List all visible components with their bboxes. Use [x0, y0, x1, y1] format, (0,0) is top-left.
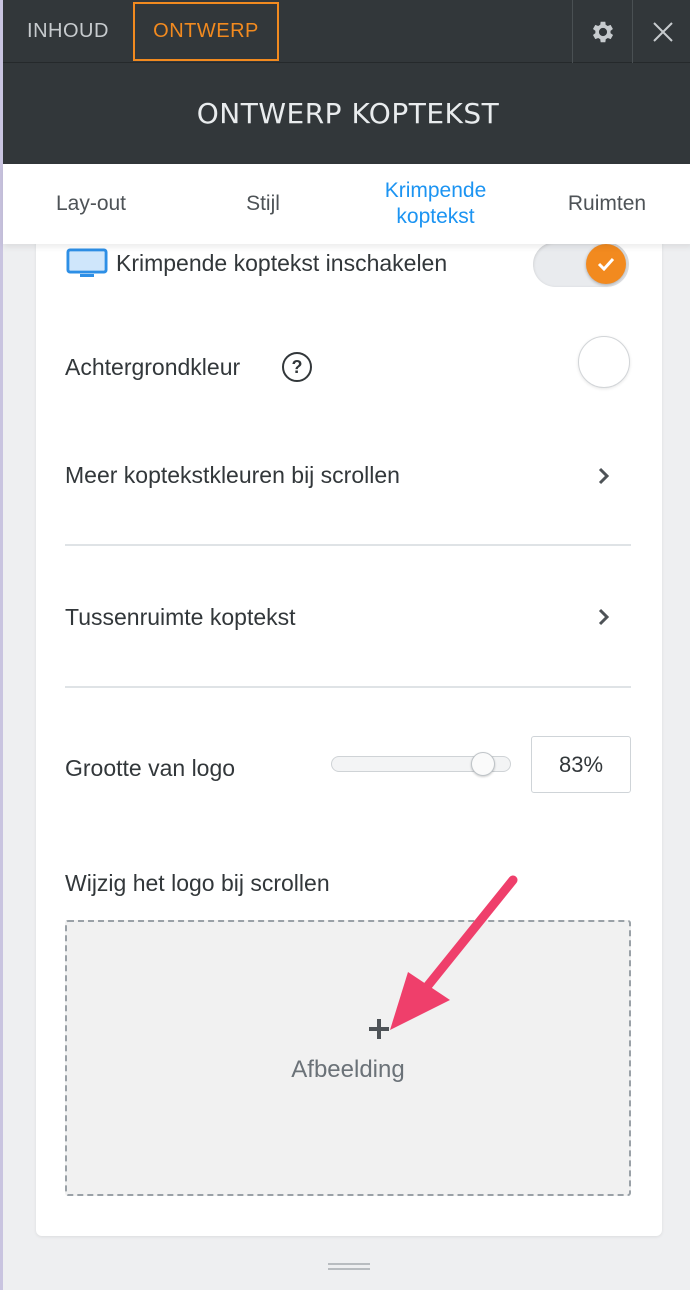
top-bar: INHOUD ONTWERP — [3, 0, 690, 63]
tab-layout[interactable]: Lay-out — [21, 164, 161, 244]
logo-size-label: Grootte van logo — [65, 755, 236, 781]
chevron-right-icon[interactable] — [596, 464, 612, 488]
add-image-label: Afbeelding — [291, 1056, 405, 1083]
tab-shrinking-header-label: Krimpende koptekst — [384, 179, 487, 228]
background-color-label: Achtergrondkleur — [65, 354, 241, 380]
tab-style[interactable]: Stijl — [203, 164, 323, 244]
tab-spacing[interactable]: Ruimten — [543, 164, 671, 244]
tab-design[interactable]: ONTWERP — [133, 2, 279, 61]
divider — [65, 544, 631, 546]
close-icon — [653, 21, 673, 42]
tab-shrinking-header[interactable]: Krimpende koptekst — [353, 164, 518, 244]
settings-button[interactable] — [572, 0, 632, 63]
settings-card: Krimpende koptekst inschakelen Achtergro… — [36, 230, 662, 1236]
background-color-swatch[interactable] — [578, 336, 630, 388]
toggle-knob — [586, 244, 626, 284]
add-image-dropzone[interactable]: Afbeelding — [65, 920, 631, 1196]
page-title: ONTWERP KOPTEKST — [196, 97, 500, 130]
desktop-icon — [66, 248, 108, 277]
chevron-right-icon[interactable] — [596, 605, 612, 629]
more-colors-label[interactable]: Meer koptekstkleuren bij scrollen — [65, 462, 400, 489]
shrink-toggle-label: Krimpende koptekst inschakelen — [116, 250, 448, 276]
change-logo-label: Wijzig het logo bij scrollen — [65, 870, 330, 896]
help-icon[interactable]: ? — [282, 352, 312, 382]
logo-size-slider-handle[interactable] — [471, 752, 495, 776]
plus-icon — [369, 1019, 389, 1039]
close-button[interactable] — [632, 0, 690, 63]
header-spacing-label[interactable]: Tussenruimte koptekst — [65, 604, 296, 631]
editor-panel: INHOUD ONTWERP ONTWERP KOPTEKST Lay-out … — [0, 0, 690, 1290]
help-symbol: ? — [291, 356, 303, 377]
gear-icon — [592, 21, 613, 42]
logo-size-value: 83% — [558, 751, 604, 777]
resize-grip-icon[interactable] — [328, 1262, 370, 1274]
shrink-toggle[interactable] — [533, 242, 629, 287]
logo-size-input[interactable]: 83% — [531, 736, 631, 793]
check-icon — [597, 257, 615, 271]
divider — [65, 686, 631, 688]
sub-tabs: Lay-out Stijl Krimpende koptekst Ruimten — [3, 164, 690, 244]
panel-header: ONTWERP KOPTEKST — [3, 63, 690, 164]
tab-content[interactable]: INHOUD — [3, 0, 133, 63]
